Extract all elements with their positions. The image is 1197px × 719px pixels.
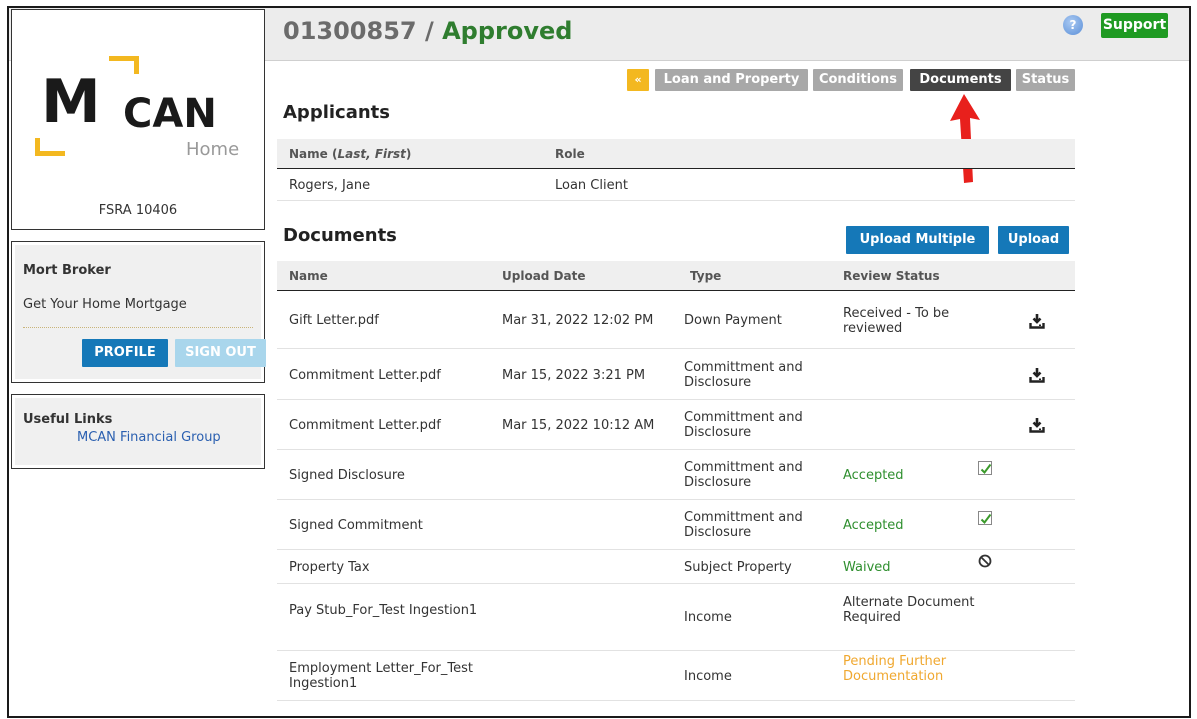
tab-loan-and-property[interactable]: Loan and Property xyxy=(655,69,808,91)
profile-button[interactable]: PROFILE xyxy=(82,339,168,367)
logo-bracket-bottom-left xyxy=(35,138,65,156)
download-icon[interactable] xyxy=(1029,417,1045,433)
document-name: Signed Disclosure xyxy=(289,468,405,483)
document-upload-date: Mar 31, 2022 12:02 PM xyxy=(502,313,654,328)
help-icon[interactable]: ? xyxy=(1063,15,1083,35)
collapse-tabs-button[interactable]: « xyxy=(627,69,649,91)
document-review-status: Accepted xyxy=(843,468,904,483)
document-type: Committment and Disclosure xyxy=(684,360,803,390)
document-upload-date: Mar 15, 2022 10:12 AM xyxy=(502,418,655,433)
documents-title: Documents xyxy=(283,225,397,246)
download-icon[interactable] xyxy=(1029,367,1045,383)
document-upload-date: Mar 15, 2022 3:21 PM xyxy=(502,368,646,383)
logo-bracket-top-right xyxy=(109,56,139,74)
document-row: Commitment Letter.pdf Mar 15, 2022 3:21 P… xyxy=(277,350,1075,400)
page-title: 01300857 / Approved xyxy=(283,17,572,45)
documents-table: Name Upload Date Type Review Status Gift… xyxy=(277,261,1075,701)
document-type: Down Payment xyxy=(684,313,782,328)
document-name: Commitment Letter.pdf xyxy=(289,368,441,383)
document-type: Subject Property xyxy=(684,560,792,575)
document-review-status: Accepted xyxy=(843,518,904,533)
document-review-status: Received - To be reviewed xyxy=(843,306,950,336)
documents-header-type: Type xyxy=(690,269,722,283)
document-name: Employment Letter_For_Test Ingestion1 xyxy=(289,661,473,691)
loan-number: 01300857 xyxy=(283,17,417,45)
checkmark-icon xyxy=(978,511,992,525)
document-type: Committment and Disclosure xyxy=(684,510,803,540)
logo-home: Home xyxy=(186,139,240,160)
download-icon[interactable] xyxy=(1029,313,1045,329)
tab-status[interactable]: Status xyxy=(1016,69,1075,91)
document-name: Pay Stub_For_Test Ingestion1 xyxy=(289,603,478,618)
documents-header-name: Name xyxy=(289,269,328,283)
loan-status: Approved xyxy=(442,17,573,45)
useful-link-mcan[interactable]: MCAN Financial Group xyxy=(77,430,221,445)
applicant-name: Rogers, Jane xyxy=(289,178,371,193)
applicants-header: Name (Last, First) Role xyxy=(277,139,1075,169)
broker-company: Get Your Home Mortgage xyxy=(23,297,187,312)
applicants-header-role: Role xyxy=(555,147,585,161)
upload-button[interactable]: Upload xyxy=(998,226,1069,254)
useful-links-panel: Useful Links MCAN Financial Group xyxy=(11,394,265,469)
logo-panel: M CAN Home FSRA 10406 xyxy=(11,9,265,230)
title-separator: / xyxy=(416,17,443,45)
document-row: Commitment Letter.pdf Mar 15, 2022 10:12 … xyxy=(277,400,1075,450)
document-review-status: Waived xyxy=(843,560,891,575)
upload-multiple-button[interactable]: Upload Multiple xyxy=(846,226,989,254)
checkmark-icon xyxy=(978,461,992,475)
broker-panel: Mort Broker Get Your Home Mortgage PROFI… xyxy=(11,241,266,383)
applicant-role: Loan Client xyxy=(555,178,628,193)
support-button[interactable]: Support xyxy=(1101,13,1168,38)
waived-icon xyxy=(978,554,992,568)
broker-divider xyxy=(23,327,253,328)
documents-header-review-status: Review Status xyxy=(843,269,940,283)
documents-header: Name Upload Date Type Review Status xyxy=(277,261,1075,291)
document-type: Committment and Disclosure xyxy=(684,410,803,440)
document-row: Pay Stub_For_Test Ingestion1 Income Altern… xyxy=(277,584,1075,651)
applicants-title: Applicants xyxy=(283,102,390,123)
sign-out-button[interactable]: SIGN OUT xyxy=(175,339,266,367)
broker-name: Mort Broker xyxy=(23,263,111,278)
document-row: Signed Disclosure Committment and Disclos… xyxy=(277,450,1075,500)
document-name: Gift Letter.pdf xyxy=(289,313,379,328)
document-name: Commitment Letter.pdf xyxy=(289,418,441,433)
logo-m: M xyxy=(41,67,101,137)
document-name: Property Tax xyxy=(289,560,370,575)
applicants-header-name: Name (Last, First) xyxy=(289,147,412,161)
document-row: Gift Letter.pdf Mar 31, 2022 12:02 PM Down… xyxy=(277,292,1075,349)
tab-documents[interactable]: Documents xyxy=(910,69,1011,91)
tab-conditions[interactable]: Conditions xyxy=(813,69,903,91)
document-type: Income xyxy=(684,610,732,625)
applicants-table: Name (Last, First) Role Rogers, Jane Loa… xyxy=(277,139,1075,209)
document-row: Signed Commitment Committment and Disclos… xyxy=(277,500,1075,550)
document-row: Property Tax Subject Property Waived xyxy=(277,550,1075,584)
document-type: Committment and Disclosure xyxy=(684,460,803,490)
useful-links-title: Useful Links xyxy=(23,412,113,427)
broker-panel-inner: Mort Broker Get Your Home Mortgage PROFI… xyxy=(15,245,266,379)
useful-links-inner: Useful Links MCAN Financial Group xyxy=(15,398,261,465)
applicant-row: Rogers, Jane Loan Client xyxy=(277,170,1075,201)
logo-can: CAN xyxy=(123,91,217,137)
documents-header-upload-date: Upload Date xyxy=(502,269,586,283)
document-review-status: Alternate Document Required xyxy=(843,595,975,625)
fsra-number: FSRA 10406 xyxy=(98,203,178,218)
document-name: Signed Commitment xyxy=(289,518,423,533)
document-review-status: Pending Further Documentation xyxy=(843,654,947,684)
document-type: Income xyxy=(684,669,732,684)
document-row: Employment Letter_For_Test Ingestion1 Inc… xyxy=(277,651,1075,701)
